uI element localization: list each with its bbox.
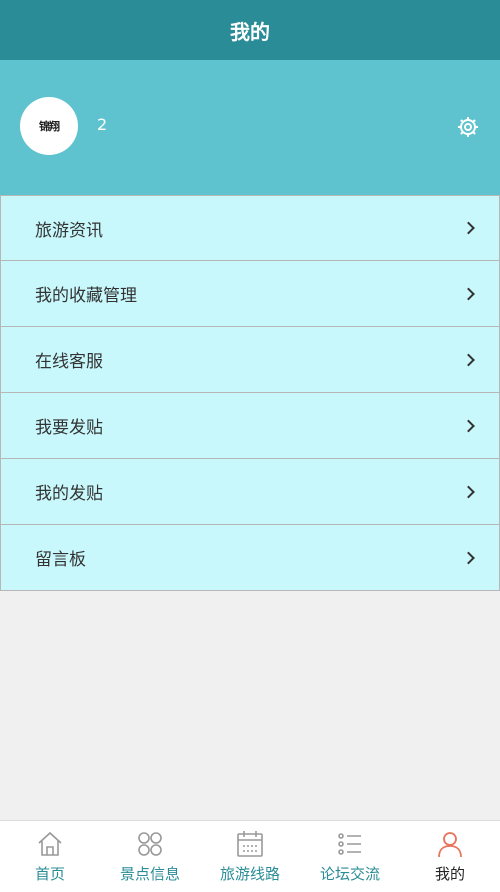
tab-label: 我的 (434, 865, 465, 883)
menu-item-label: 留言板 (35, 550, 86, 570)
bottom-tab-bar: 首页 景点信息 旅游线路 论坛交流 我的 (0, 820, 500, 892)
avatar-logo-text: 锦翔 (39, 120, 60, 133)
chevron-right-icon (462, 221, 475, 235)
username: 2 (97, 115, 108, 134)
menu-item-label: 我要发贴 (35, 418, 103, 438)
app-root: 我的 锦翔 2 旅游资讯 我的收藏管理 在线客服 我要发贴 我的发贴 留言板 首… (0, 0, 500, 892)
tab-attractions[interactable]: 景点信息 (100, 821, 200, 892)
tab-label: 论坛交流 (319, 865, 380, 883)
user-icon (438, 832, 462, 858)
menu-item-online-service[interactable]: 在线客服 (0, 327, 500, 393)
menu-item-label: 在线客服 (35, 352, 103, 372)
chevron-right-icon (462, 287, 475, 300)
home-icon (38, 831, 62, 856)
list-icon (338, 833, 361, 855)
menu-item-label: 我的发贴 (35, 484, 103, 504)
menu-item-message-board[interactable]: 留言板 (0, 525, 500, 591)
menu-item-label: 我的收藏管理 (35, 286, 137, 306)
menu-list: 旅游资讯 我的收藏管理 在线客服 我要发贴 我的发贴 留言板 (0, 195, 500, 591)
avatar[interactable]: 锦翔 (20, 97, 78, 155)
chevron-right-icon (462, 551, 475, 564)
tab-label: 景点信息 (119, 865, 180, 883)
menu-item-label: 旅游资讯 (35, 220, 103, 241)
menu-item-travel-news[interactable]: 旅游资讯 (0, 195, 500, 261)
menu-item-new-post[interactable]: 我要发贴 (0, 393, 500, 459)
tab-forum[interactable]: 论坛交流 (300, 821, 400, 892)
page-title: 我的 (230, 19, 270, 44)
calendar-icon (237, 831, 263, 857)
chevron-right-icon (462, 419, 475, 432)
profile-header: 锦翔 2 (0, 60, 500, 195)
menu-item-my-favorites[interactable]: 我的收藏管理 (0, 261, 500, 327)
tab-label: 旅游线路 (219, 865, 280, 883)
tab-routes[interactable]: 旅游线路 (200, 821, 300, 892)
settings-gear-icon[interactable] (456, 115, 480, 139)
tab-mine[interactable]: 我的 (400, 821, 500, 892)
tab-home[interactable]: 首页 (0, 821, 100, 892)
tab-label: 首页 (34, 865, 65, 883)
menu-item-my-posts[interactable]: 我的发贴 (0, 459, 500, 525)
chevron-right-icon (462, 485, 475, 498)
clover-icon (138, 832, 162, 856)
chevron-right-icon (462, 353, 475, 366)
page-title-bar: 我的 (0, 0, 500, 60)
